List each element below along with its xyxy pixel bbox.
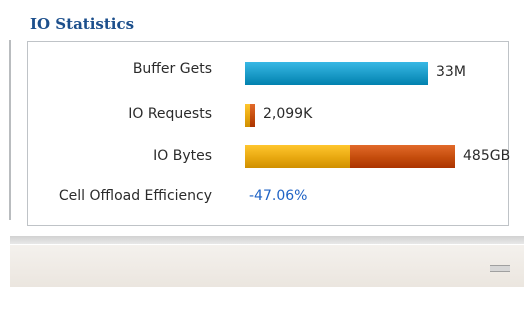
io-bytes-value: 485GB xyxy=(463,148,511,164)
section-title: IO Statistics xyxy=(30,15,135,33)
io-statistics-panel: Buffer Gets 33M IO Requests 2,099K IO By… xyxy=(27,41,511,226)
bar-segment xyxy=(350,145,455,168)
io-requests-bar xyxy=(245,104,255,127)
bar-segment xyxy=(250,104,255,127)
cell-offload-efficiency-label: Cell Offload Efficiency xyxy=(58,188,212,204)
io-bytes-label: IO Bytes xyxy=(153,148,212,164)
buffer-gets-bar xyxy=(245,62,428,85)
bar-segment xyxy=(245,62,428,85)
io-bytes-bar xyxy=(245,145,455,168)
panel-divider xyxy=(10,236,524,244)
page: IO Statistics Buffer Gets 33M IO Request… xyxy=(0,0,524,322)
bottom-panel-header xyxy=(10,244,524,287)
cell-offload-efficiency-value: -47.06% xyxy=(249,188,308,204)
io-requests-value: 2,099K xyxy=(263,106,313,122)
left-panel-edge xyxy=(9,40,11,220)
bar-segment xyxy=(245,145,350,168)
buffer-gets-label: Buffer Gets xyxy=(132,61,212,77)
collapse-handle-icon[interactable] xyxy=(490,265,510,272)
buffer-gets-value: 33M xyxy=(436,64,466,80)
io-requests-label: IO Requests xyxy=(128,106,212,122)
